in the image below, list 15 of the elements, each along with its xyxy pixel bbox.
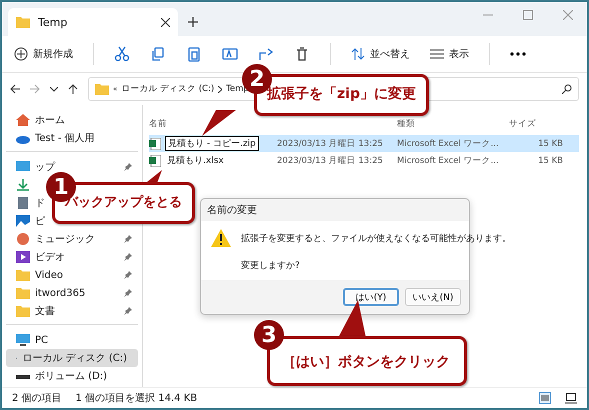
dialog-title: 名前の変更 bbox=[207, 204, 257, 217]
dialog-message: 拡張子を変更すると、ファイルが使えなくなる可能性があります。 bbox=[241, 232, 511, 244]
dialog-question: 変更しますか? bbox=[241, 260, 301, 272]
file-name: 見積もり.xlsx bbox=[165, 154, 226, 167]
size-cell-text: 15 KB bbox=[537, 156, 563, 166]
type-cell-text: Microsoft Excel ワーク... bbox=[397, 138, 500, 150]
item-count: 2 個の項目 bbox=[12, 392, 62, 405]
step-number: 3 bbox=[254, 320, 284, 350]
date-cell-text: 2023/03/13 月曜日 13:25 bbox=[277, 138, 384, 150]
date-cell-text: 2023/03/13 月曜日 13:25 bbox=[277, 154, 384, 166]
selection-info: 1 個の項目を選択 14.4 KB bbox=[76, 392, 198, 405]
callout-text: ［はい］ボタンをクリック bbox=[282, 354, 450, 370]
type-cell-text: Microsoft Excel ワーク... bbox=[397, 154, 500, 166]
callout-text: 拡張子を「zip」に変更 bbox=[267, 86, 416, 102]
size-cell-text: 15 KB bbox=[537, 138, 563, 148]
